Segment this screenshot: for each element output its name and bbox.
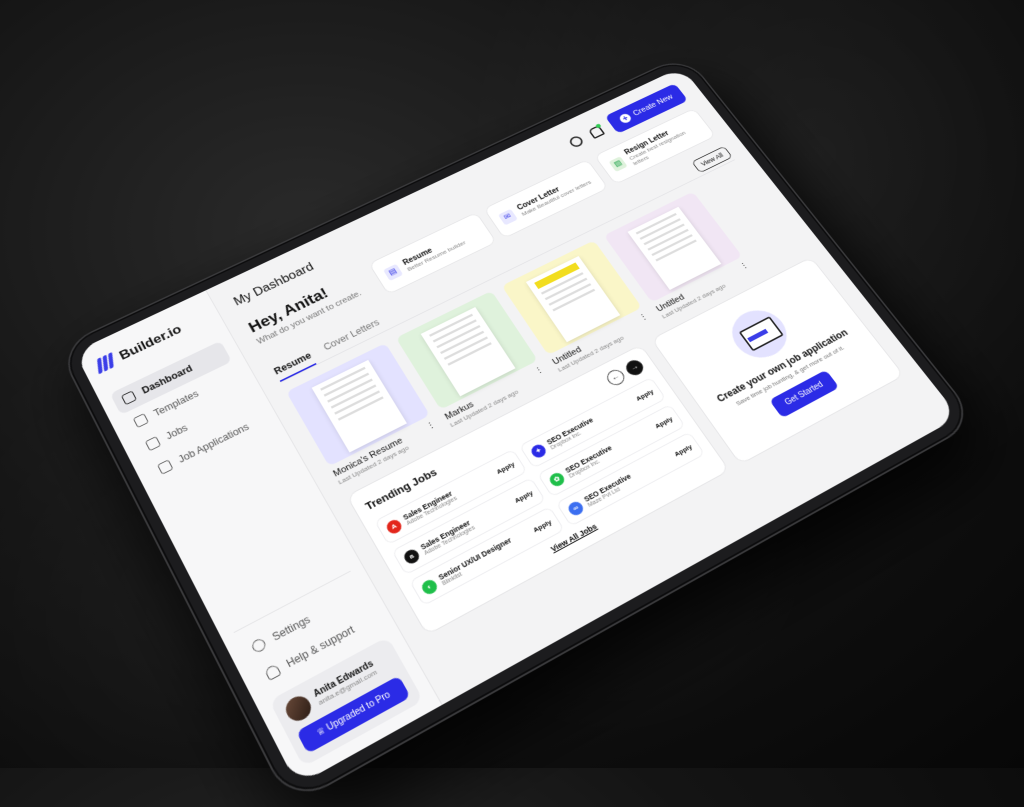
- gear-icon: [250, 636, 268, 655]
- arrow-right-icon[interactable]: →: [622, 357, 647, 378]
- bell-icon[interactable]: [587, 123, 606, 140]
- notification-dot: [595, 123, 602, 129]
- tab-resume[interactable]: Resume: [269, 346, 317, 382]
- home-icon: [120, 390, 137, 406]
- brand-name: Builder.io: [116, 321, 184, 363]
- apply-button[interactable]: Apply: [513, 489, 534, 504]
- view-all-button[interactable]: View All: [691, 145, 733, 174]
- apply-button[interactable]: Apply: [495, 460, 516, 475]
- arrow-left-icon[interactable]: ←: [603, 367, 628, 388]
- create-new-label: Create New: [631, 92, 675, 118]
- briefcase-icon: [144, 436, 162, 452]
- template-icon: [132, 413, 149, 428]
- company-logo-icon: ∞: [565, 499, 586, 518]
- company-logo-icon: ✿: [547, 470, 567, 489]
- sidebar-item-label: Jobs: [164, 422, 190, 442]
- document-icon: ▤: [382, 263, 404, 281]
- resign-letter-icon: ▧: [608, 155, 628, 172]
- headset-icon: [263, 663, 282, 681]
- apply-button[interactable]: Apply: [654, 415, 675, 430]
- resume-preview: [525, 256, 621, 343]
- company-logo-icon: ✦: [528, 442, 549, 460]
- apply-button[interactable]: Apply: [635, 388, 655, 402]
- quick-card-title: Cover Letter: [515, 185, 562, 212]
- letter-icon: ✉: [497, 208, 518, 226]
- company-logo-icon: A: [384, 517, 404, 536]
- apply-button[interactable]: Apply: [673, 443, 694, 458]
- avatar: [281, 692, 316, 726]
- monitor-icon: [157, 459, 174, 475]
- company-logo-icon: a: [401, 546, 422, 566]
- company-logo-icon: ◐: [419, 577, 440, 597]
- apply-button[interactable]: Apply: [532, 518, 553, 534]
- brand-logo-icon: [93, 351, 118, 376]
- resume-preview: [627, 206, 722, 290]
- plus-icon: +: [617, 112, 633, 125]
- search-icon[interactable]: [567, 134, 585, 149]
